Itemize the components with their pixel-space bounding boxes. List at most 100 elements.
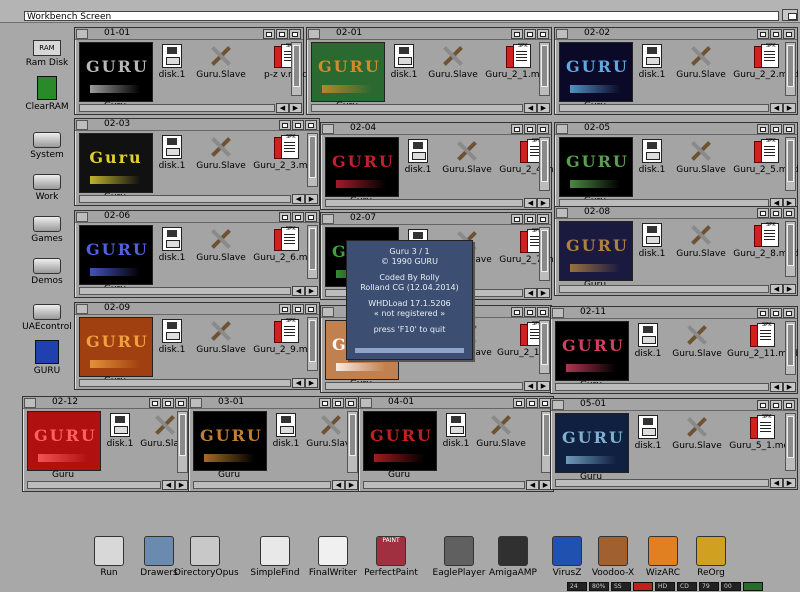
dock-eagleplayer[interactable]: EaglePlayer: [428, 536, 490, 578]
drawer-window-05-01[interactable]: 05-01 GURU Guru disk.1 Guru.Slave SPK Guru_5_1…: [550, 398, 798, 490]
depth-icon[interactable]: [537, 307, 549, 317]
disk-file-icon[interactable]: disk.1: [635, 44, 669, 80]
depth-icon[interactable]: [537, 124, 549, 134]
close-gadget[interactable]: [360, 398, 372, 408]
dock-directoryopus[interactable]: DirectoryOpus: [174, 536, 239, 578]
dock-reorg[interactable]: ReOrg: [680, 536, 742, 578]
vertical-scrollbar[interactable]: [785, 321, 796, 375]
zoom-icon[interactable]: [757, 308, 769, 318]
slave-file-icon[interactable]: Guru.Slave: [473, 413, 529, 449]
disk-file-icon[interactable]: disk.1: [103, 413, 137, 449]
window-titlebar[interactable]: 05-01: [551, 399, 797, 411]
drawer-window-02-09[interactable]: 02-09GURUGurudisk.1Guru.SlaveSPKGuru_2_9…: [74, 302, 320, 390]
iconify-icon[interactable]: [770, 208, 782, 218]
zoom-icon[interactable]: [263, 29, 275, 39]
zoom-icon[interactable]: [511, 307, 523, 317]
depth-icon[interactable]: [537, 29, 549, 39]
zoom-icon[interactable]: [757, 29, 769, 39]
scroll-knob[interactable]: [349, 414, 356, 456]
window-titlebar[interactable]: 02-01: [307, 28, 551, 40]
horizontal-scrollbar[interactable]: [79, 287, 291, 295]
scroll-left-icon[interactable]: ◀: [524, 103, 537, 113]
disk-file-icon[interactable]: disk.1: [155, 44, 189, 80]
drawer-window-02-03[interactable]: 02-03GuruGurudisk.1Guru.SlaveSPKGuru_2_3…: [74, 118, 320, 206]
scroll-knob[interactable]: [543, 414, 550, 456]
scroll-left-icon[interactable]: ◀: [332, 480, 345, 490]
scroll-knob[interactable]: [787, 224, 794, 266]
vertical-scrollbar[interactable]: [307, 133, 318, 187]
drawer-window-02-05[interactable]: 02-05GURUGurudisk.1Guru.SlaveSPKGuru_2_5…: [554, 122, 799, 210]
zoom-icon[interactable]: [511, 29, 523, 39]
depth-icon[interactable]: [345, 398, 357, 408]
disk-file-icon[interactable]: disk.1: [155, 227, 189, 263]
scroll-left-icon[interactable]: ◀: [292, 378, 305, 388]
scroll-right-icon[interactable]: ▶: [537, 288, 550, 298]
drawer-window-02-06[interactable]: 02-06GURUGurudisk.1Guru.SlaveSPKGuru_2_6…: [74, 210, 320, 298]
window-titlebar[interactable]: 02-04: [321, 123, 551, 135]
zoom-icon[interactable]: [757, 124, 769, 134]
window-titlebar[interactable]: 04-01: [359, 397, 553, 409]
iconify-icon[interactable]: [292, 120, 304, 130]
depth-icon[interactable]: [537, 214, 549, 224]
horizontal-scrollbar[interactable]: [325, 382, 523, 390]
iconify-icon[interactable]: [770, 124, 782, 134]
zoom-icon[interactable]: [149, 398, 161, 408]
drawer-window-04-01[interactable]: 04-01GURUGurudisk.1Guru.SlaveSPKGur◀▶: [358, 396, 554, 492]
desktop-icon-system[interactable]: System: [12, 124, 82, 160]
game-thumbnail[interactable]: GURU: [559, 137, 633, 197]
horizontal-scrollbar[interactable]: [27, 481, 161, 489]
scroll-left-icon[interactable]: ◀: [770, 103, 783, 113]
iconify-icon[interactable]: [332, 398, 344, 408]
desktop-icon-work[interactable]: Work: [12, 166, 82, 202]
window-titlebar[interactable]: 02-11: [551, 307, 797, 319]
window-titlebar[interactable]: 03-01: [189, 397, 359, 409]
iconify-icon[interactable]: [524, 29, 536, 39]
slave-file-icon[interactable]: Guru.Slave: [193, 319, 249, 355]
game-thumbnail[interactable]: GURU: [559, 221, 633, 281]
disk-file-icon[interactable]: disk.1: [631, 323, 665, 359]
horizontal-scrollbar[interactable]: [325, 199, 523, 207]
depth-icon[interactable]: [783, 124, 795, 134]
vertical-scrollbar[interactable]: [785, 221, 796, 277]
scroll-right-icon[interactable]: ▶: [783, 103, 796, 113]
scroll-knob[interactable]: [541, 140, 548, 182]
horizontal-scrollbar[interactable]: [193, 481, 331, 489]
dock-finalwriter[interactable]: FinalWriter: [302, 536, 364, 578]
scroll-right-icon[interactable]: ▶: [537, 381, 550, 391]
game-thumbnail[interactable]: GURU: [363, 411, 437, 471]
scroll-right-icon[interactable]: ▶: [305, 194, 318, 204]
disk-file-icon[interactable]: disk.1: [269, 413, 303, 449]
iconify-icon[interactable]: [292, 304, 304, 314]
iconify-icon[interactable]: [292, 212, 304, 222]
dock-simplefind[interactable]: SimpleFind: [244, 536, 306, 578]
scroll-right-icon[interactable]: ▶: [537, 103, 550, 113]
close-gadget[interactable]: [322, 307, 334, 317]
scroll-left-icon[interactable]: ◀: [292, 194, 305, 204]
scroll-knob[interactable]: [541, 230, 548, 272]
scroll-knob[interactable]: [787, 324, 794, 366]
scroll-knob[interactable]: [787, 45, 794, 87]
close-gadget[interactable]: [24, 398, 36, 408]
iconify-icon[interactable]: [526, 398, 538, 408]
close-gadget[interactable]: [76, 120, 88, 130]
close-gadget[interactable]: [190, 398, 202, 408]
scroll-knob[interactable]: [541, 45, 548, 87]
scroll-right-icon[interactable]: ▶: [305, 286, 318, 296]
window-titlebar[interactable]: 02-03: [75, 119, 319, 131]
desktop-icon-uaecontrol[interactable]: UAEcontrol: [12, 296, 82, 332]
scroll-left-icon[interactable]: ◀: [524, 288, 537, 298]
slave-file-icon[interactable]: Guru.Slave: [193, 227, 249, 263]
scroll-right-icon[interactable]: ▶: [175, 480, 188, 490]
scroll-left-icon[interactable]: ◀: [770, 284, 783, 294]
close-gadget[interactable]: [76, 304, 88, 314]
slave-file-icon[interactable]: Guru.Slave: [673, 44, 729, 80]
depth-icon[interactable]: [783, 308, 795, 318]
slave-file-icon[interactable]: Guru.Slave: [425, 44, 481, 80]
about-requester[interactable]: Guru 3 / 1 © 1990 GURU Coded By Rolly Ro…: [346, 240, 473, 360]
drawer-window-02-08[interactable]: 02-08GURUGurudisk.1Guru.SlaveSPKGuru_2_8…: [554, 206, 799, 296]
iconify-icon[interactable]: [770, 400, 782, 410]
horizontal-scrollbar[interactable]: [555, 383, 769, 391]
slave-file-icon[interactable]: Guru.Slave: [439, 139, 495, 175]
desktop-icon-ram-disk[interactable]: RAM Ram Disk: [12, 34, 82, 68]
scroll-left-icon[interactable]: ◀: [292, 286, 305, 296]
